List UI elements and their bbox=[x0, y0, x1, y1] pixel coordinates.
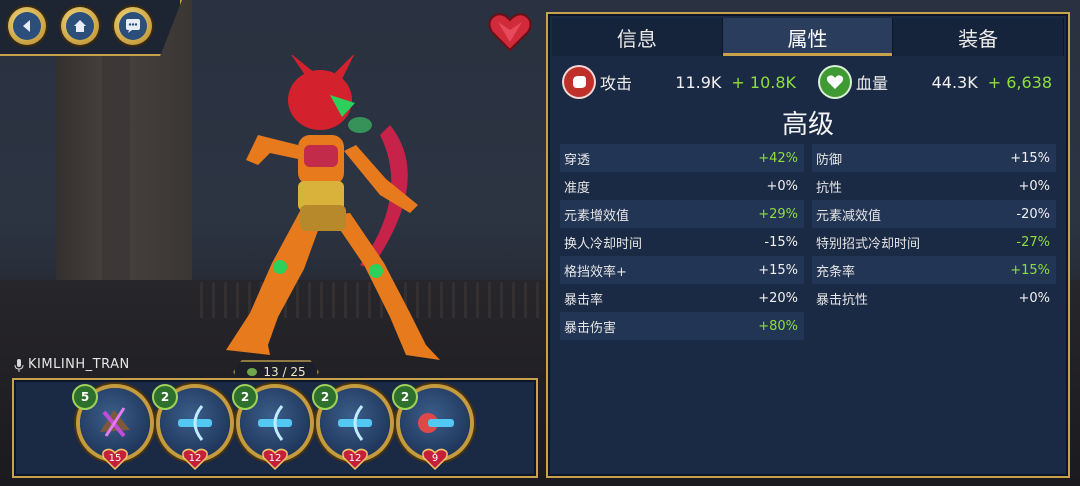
fighter-portrait-icon bbox=[100, 407, 130, 438]
level-badge-3: 12 bbox=[262, 448, 288, 470]
gear-badge-3: 2 bbox=[232, 384, 258, 410]
tab-attributes[interactable]: 属性 bbox=[722, 18, 894, 56]
section-title: 高级 bbox=[781, 110, 834, 140]
stat-row: 格挡效率+ +15% 充条率 +15% bbox=[560, 256, 1056, 284]
stat-label: 准度 bbox=[564, 180, 591, 196]
gear-badge-1: 5 bbox=[72, 384, 98, 410]
home-icon bbox=[66, 12, 94, 40]
stat-label: 暴击伤害 bbox=[564, 320, 617, 336]
stat-value: +0% bbox=[1018, 290, 1050, 306]
stat-row: 元素增效值 +29% 元素减效值 -20% bbox=[560, 200, 1056, 228]
stat-row: 准度 +0% 抗性 +0% bbox=[560, 172, 1056, 200]
stat-label: 元素增效值 bbox=[564, 208, 630, 224]
roster-counter-value: 13 / 25 bbox=[263, 365, 306, 379]
stat-cell: 准度 +0% bbox=[560, 172, 804, 200]
attack-summary: 攻击 11.9K + 10.8K bbox=[552, 62, 808, 102]
stat-label: 元素减效值 bbox=[816, 208, 882, 224]
microphone-icon bbox=[14, 358, 24, 372]
health-base: 44.3K bbox=[931, 72, 978, 92]
stat-cell: 元素减效值 -20% bbox=[812, 200, 1056, 228]
arrow-skill-icon bbox=[338, 405, 372, 441]
stat-value: +15% bbox=[758, 262, 798, 278]
stat-value: -15% bbox=[764, 234, 798, 250]
gear-badge-2: 2 bbox=[152, 384, 178, 410]
stat-cell: 穿透 +42% bbox=[560, 144, 804, 172]
stat-row: 暴击伤害 +80% bbox=[560, 312, 1056, 340]
team-bar: 5 15 2 12 2 12 2 12 2 9 bbox=[12, 378, 538, 478]
attack-base: 11.9K bbox=[675, 72, 722, 92]
gear-badge-5: 2 bbox=[392, 384, 418, 410]
tab-info[interactable]: 信息 bbox=[552, 18, 723, 56]
chat-button[interactable] bbox=[114, 7, 152, 45]
stat-cell: 格挡效率+ +15% bbox=[560, 256, 804, 284]
stat-value: +29% bbox=[758, 206, 798, 222]
attack-bonus: + 10.8K bbox=[731, 72, 796, 92]
level-badge-1: 15 bbox=[102, 448, 128, 470]
advanced-stats-grid: 穿透 +42% 防御 +15% 准度 +0% 抗性 +0% 元素增效值 +29% 元素减效值 -20%… bbox=[560, 144, 1056, 340]
stat-row: 换人冷却时间 -15% 特别招式冷却时间 -27% bbox=[560, 228, 1056, 256]
stat-value: +42% bbox=[758, 150, 798, 166]
arrow-skill-icon bbox=[258, 405, 292, 441]
player-label: KIMLINH_TRAN bbox=[14, 357, 130, 372]
stat-label: 充条率 bbox=[816, 264, 856, 280]
stat-cell: 特别招式冷却时间 -27% bbox=[812, 228, 1056, 256]
stat-label: 穿透 bbox=[564, 152, 591, 168]
gear-badge-4: 2 bbox=[312, 384, 338, 410]
stat-cell: 充条率 +15% bbox=[812, 256, 1056, 284]
stat-value: +80% bbox=[758, 318, 798, 334]
health-heart-icon bbox=[820, 67, 850, 97]
stat-label: 换人冷却时间 bbox=[564, 236, 643, 252]
summary-row: 攻击 11.9K + 10.8K 血量 44.3K + 6,638 bbox=[552, 62, 1064, 102]
fist-icon bbox=[564, 67, 594, 97]
stat-cell: 暴击伤害 +80% bbox=[560, 312, 804, 340]
health-summary: 血量 44.3K + 6,638 bbox=[808, 62, 1064, 102]
blast-skill-icon bbox=[418, 413, 454, 433]
stats-panel: 信息 属性 装备 攻击 11.9K + 10.8K 血量 44.3K + 6,6… bbox=[546, 12, 1070, 478]
stat-label: 格挡效率+ bbox=[564, 264, 627, 280]
stat-value: -20% bbox=[1016, 206, 1050, 222]
stat-cell: 抗性 +0% bbox=[812, 172, 1056, 200]
stat-cell: 暴击抗性 +0% bbox=[812, 284, 1056, 312]
turtle-icon bbox=[247, 368, 258, 376]
stat-label: 暴击抗性 bbox=[816, 292, 869, 308]
panel-tabs: 信息 属性 装备 bbox=[552, 18, 1065, 56]
stat-value: -27% bbox=[1016, 234, 1050, 250]
stat-value: +15% bbox=[1010, 150, 1050, 166]
stat-cell: 暴击率 +20% bbox=[560, 284, 804, 312]
chat-icon bbox=[119, 12, 147, 40]
level-badge-5: 9 bbox=[422, 448, 448, 470]
tab-equipment[interactable]: 装备 bbox=[893, 18, 1065, 56]
stat-label: 防御 bbox=[816, 152, 843, 168]
stat-cell-empty bbox=[812, 312, 1056, 340]
heart-icon[interactable] bbox=[488, 12, 532, 52]
top-nav-bar bbox=[0, 0, 182, 56]
stat-value: +15% bbox=[1010, 262, 1050, 278]
health-bonus: + 6,638 bbox=[987, 72, 1052, 92]
level-badge-2: 12 bbox=[182, 448, 208, 470]
stat-label: 暴击率 bbox=[564, 292, 604, 308]
stat-label: 抗性 bbox=[816, 180, 843, 196]
stat-row: 穿透 +42% 防御 +15% bbox=[560, 144, 1056, 172]
back-button[interactable] bbox=[8, 7, 46, 45]
player-name: KIMLINH_TRAN bbox=[28, 357, 130, 372]
stat-value: +0% bbox=[1018, 178, 1050, 194]
stat-row: 暴击率 +20% 暴击抗性 +0% bbox=[560, 284, 1056, 312]
stat-label: 特别招式冷却时间 bbox=[816, 236, 921, 252]
stat-cell: 元素增效值 +29% bbox=[560, 200, 804, 228]
stat-value: +0% bbox=[766, 178, 798, 194]
stat-value: +20% bbox=[758, 290, 798, 306]
home-button[interactable] bbox=[61, 7, 99, 45]
attack-label: 攻击 bbox=[600, 74, 633, 93]
arrow-skill-icon bbox=[178, 405, 212, 441]
stat-cell: 换人冷却时间 -15% bbox=[560, 228, 804, 256]
level-badge-4: 12 bbox=[342, 448, 368, 470]
back-icon bbox=[13, 12, 41, 40]
health-label: 血量 bbox=[856, 74, 889, 93]
fighter-character bbox=[226, 55, 440, 360]
stat-cell: 防御 +15% bbox=[812, 144, 1056, 172]
